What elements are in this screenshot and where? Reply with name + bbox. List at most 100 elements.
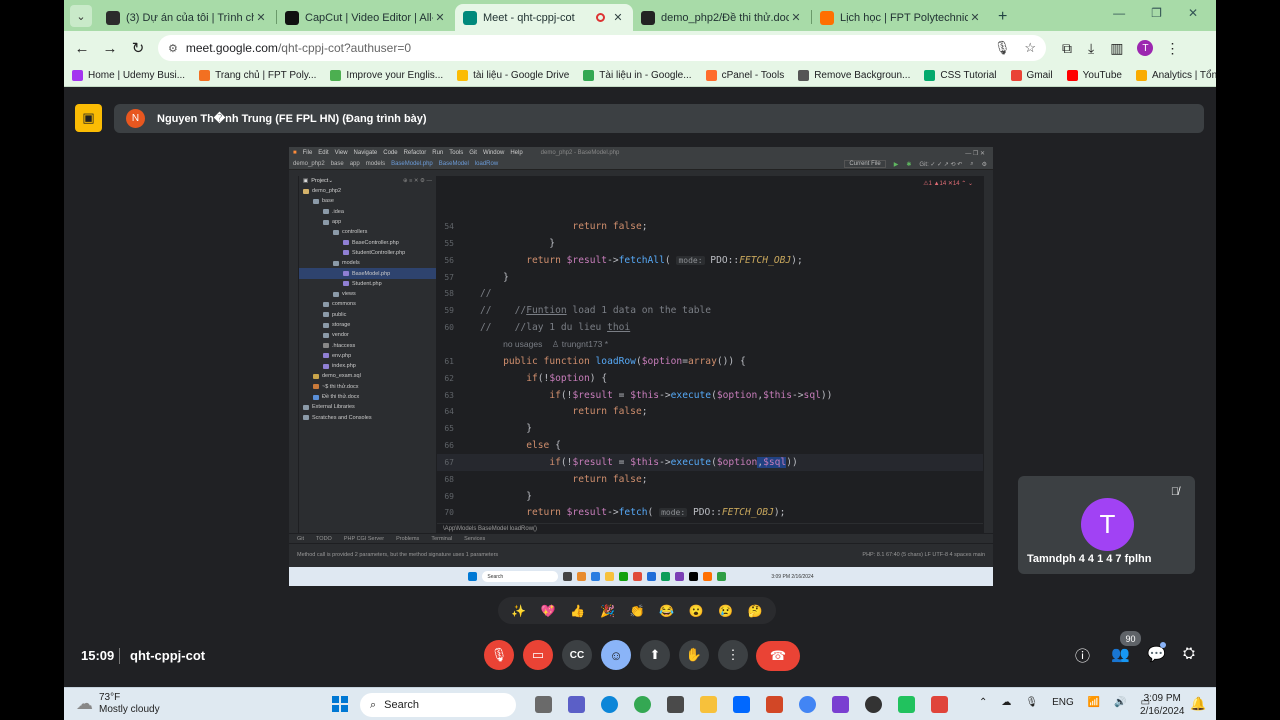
store-icon[interactable] bbox=[667, 696, 684, 713]
reaction-wow-icon[interactable]: 😮 bbox=[689, 604, 704, 618]
reload-icon[interactable]: ↻ bbox=[124, 39, 152, 57]
onedrive-icon[interactable]: ☁ bbox=[1001, 697, 1011, 708]
tab-close-icon[interactable]: ✕ bbox=[433, 11, 447, 24]
tab-2[interactable]: Meet - qht-cppj-cot ✕ bbox=[455, 4, 633, 31]
ide-crumb-item[interactable]: base bbox=[331, 161, 344, 167]
stop-presenting-icon[interactable]: ▣ bbox=[75, 104, 102, 132]
ide-crumb-item[interactable]: BaseModel bbox=[439, 161, 469, 167]
activities-icon[interactable]: ⛭ bbox=[1183, 645, 1195, 662]
ide-crumb-item[interactable]: demo_php2 bbox=[293, 161, 325, 167]
ide-tool-tab[interactable]: Git bbox=[297, 536, 304, 542]
ide-tool-tab[interactable]: Terminal bbox=[431, 536, 452, 542]
close-window-icon[interactable]: ✕ bbox=[1188, 6, 1198, 20]
bookmark-item[interactable]: tài liệu - Google Drive bbox=[457, 70, 569, 81]
ide-menu-item[interactable]: Window bbox=[483, 150, 504, 156]
tree-node[interactable]: index.php bbox=[299, 361, 436, 371]
wifi-icon[interactable]: 📶 bbox=[1088, 697, 1100, 708]
task-view-icon[interactable] bbox=[535, 696, 552, 713]
bookmark-star-icon[interactable]: ☆ bbox=[1024, 40, 1036, 56]
reaction-heart-icon[interactable]: 💖 bbox=[541, 604, 556, 618]
tree-node[interactable]: BaseModel.php bbox=[299, 268, 436, 279]
raise-hand-button[interactable]: ✋ bbox=[679, 640, 709, 670]
downloads-icon[interactable]: ⤓ bbox=[1088, 40, 1094, 57]
extensions-icon[interactable]: ⧉ bbox=[1062, 40, 1072, 57]
ide-tool-tab[interactable]: Problems bbox=[396, 536, 419, 542]
bookmark-item[interactable]: Trang chủ | FPT Poly... bbox=[199, 70, 316, 81]
bookmark-item[interactable]: Gmail bbox=[1010, 70, 1053, 81]
tree-node[interactable]: base bbox=[299, 196, 436, 206]
bookmark-item[interactable]: Home | Udemy Busi... bbox=[72, 70, 185, 81]
tab-close-icon[interactable]: ✕ bbox=[968, 11, 982, 24]
side-panel-icon[interactable]: ▥ bbox=[1110, 40, 1123, 57]
captions-button[interactable]: CC bbox=[562, 640, 592, 670]
bookmark-item[interactable]: Tài liệu in - Google... bbox=[583, 70, 692, 81]
meeting-info-icon[interactable]: ⓘ bbox=[1075, 645, 1090, 666]
run-config-select[interactable]: Current File bbox=[844, 160, 886, 168]
ide-crumb-item[interactable]: models bbox=[366, 161, 385, 167]
tree-node[interactable]: demo_php2 bbox=[299, 186, 436, 196]
tree-node[interactable]: views bbox=[299, 289, 436, 299]
file-explorer-icon[interactable] bbox=[700, 696, 717, 713]
maximize-icon[interactable]: ❐ bbox=[1151, 6, 1162, 20]
people-icon[interactable]: 👥 bbox=[1111, 645, 1130, 663]
tree-node[interactable]: .idea bbox=[299, 207, 436, 217]
clipchamp-icon[interactable] bbox=[832, 696, 849, 713]
tree-node[interactable]: Đề thi thử.docx bbox=[299, 392, 436, 402]
tab-1[interactable]: CapCut | Video Editor | All-In-O✕ bbox=[277, 4, 455, 31]
powerpoint-icon[interactable] bbox=[766, 696, 783, 713]
project-panel-title[interactable]: Project bbox=[311, 178, 328, 184]
taskbar-clock[interactable]: 3:09 PM 2/16/2024 bbox=[1140, 692, 1185, 718]
teams-icon[interactable] bbox=[568, 696, 585, 713]
git-label[interactable]: Git: ✓ ✓ ↗ ⟲ ↶ bbox=[919, 161, 962, 168]
ide-crumb-item[interactable]: app bbox=[350, 161, 360, 167]
ide-search-icon[interactable]: ⌕ bbox=[970, 161, 973, 168]
bookmark-item[interactable]: Improve your Englis... bbox=[330, 70, 443, 81]
tab-search-chevron-icon[interactable]: ⌄ bbox=[70, 5, 92, 27]
ide-tool-tab[interactable]: PHP CGI Server bbox=[344, 536, 384, 542]
tree-node[interactable]: .htaccess bbox=[299, 340, 436, 350]
ide-menu-item[interactable]: Navigate bbox=[354, 150, 378, 156]
run-icon[interactable]: ▶ bbox=[894, 161, 899, 168]
tree-node[interactable]: ~$ thi thử.docx bbox=[299, 382, 436, 392]
tree-node[interactable]: commons bbox=[299, 299, 436, 309]
taskbar-search[interactable]: ⌕ Search bbox=[360, 693, 516, 717]
new-tab-plus-icon[interactable]: + bbox=[998, 8, 1007, 26]
capcut-icon[interactable] bbox=[931, 696, 948, 713]
zalo-icon[interactable] bbox=[733, 696, 750, 713]
ide-settings-icon[interactable]: ⚙ bbox=[982, 161, 987, 168]
volume-icon[interactable]: 🔊 bbox=[1114, 697, 1126, 708]
mic-off-button[interactable]: 🎙 bbox=[484, 640, 514, 670]
reaction-laugh-icon[interactable]: 😂 bbox=[659, 604, 674, 618]
tree-node[interactable]: public bbox=[299, 310, 436, 320]
site-info-icon[interactable]: ⚙ bbox=[168, 42, 178, 55]
bookmark-item[interactable]: Analytics | Tổng qua... bbox=[1135, 70, 1216, 81]
reaction-sparkle-icon[interactable]: ✨ bbox=[511, 604, 526, 618]
ide-menu-item[interactable]: Run bbox=[432, 150, 443, 156]
forward-arrow-icon[interactable]: → bbox=[96, 40, 124, 57]
leave-call-button[interactable]: ☎ bbox=[756, 641, 800, 671]
ide-crumb-item[interactable]: loadRow bbox=[475, 161, 498, 167]
inspection-widget[interactable]: ⚠1 ▲14 ✕14 ⌃ ⌄ bbox=[923, 180, 973, 187]
ide-menu-item[interactable]: Edit bbox=[318, 150, 328, 156]
tree-node[interactable]: env.php bbox=[299, 351, 436, 361]
ide-tool-tab[interactable]: Services bbox=[464, 536, 485, 542]
ide-menu-item[interactable]: Git bbox=[469, 150, 477, 156]
address-bar[interactable]: ⚙ meet.google.com/qht-cppj-cot?authuser=… bbox=[158, 35, 1046, 61]
tab-close-icon[interactable]: ✕ bbox=[789, 11, 803, 24]
participant-tile[interactable]: 🎙̸ T Tamndph 4 4 1 4 7 fplhn bbox=[1018, 476, 1195, 574]
tree-node[interactable]: storage bbox=[299, 320, 436, 330]
language-indicator[interactable]: ENG bbox=[1052, 697, 1074, 708]
tree-node[interactable]: vendor bbox=[299, 330, 436, 340]
bookmark-item[interactable]: CSS Tutorial bbox=[924, 70, 997, 81]
tray-mic-icon[interactable]: 🎙 bbox=[1025, 697, 1038, 708]
ide-taskbar-icon[interactable] bbox=[898, 696, 915, 713]
reaction-thinking-icon[interactable]: 🤔 bbox=[748, 604, 763, 618]
tree-node[interactable]: models bbox=[299, 258, 436, 268]
tree-node[interactable]: Student.php bbox=[299, 279, 436, 289]
edge-icon[interactable] bbox=[601, 696, 618, 713]
tab-4[interactable]: Lịch học | FPT Polytechnic ✕ bbox=[812, 4, 990, 31]
reaction-thumbs-up-icon[interactable]: 👍 bbox=[570, 604, 585, 618]
bookmark-item[interactable]: cPanel - Tools bbox=[705, 70, 784, 81]
present-button[interactable]: ⬆ bbox=[640, 640, 670, 670]
back-arrow-icon[interactable]: ← bbox=[68, 40, 96, 57]
